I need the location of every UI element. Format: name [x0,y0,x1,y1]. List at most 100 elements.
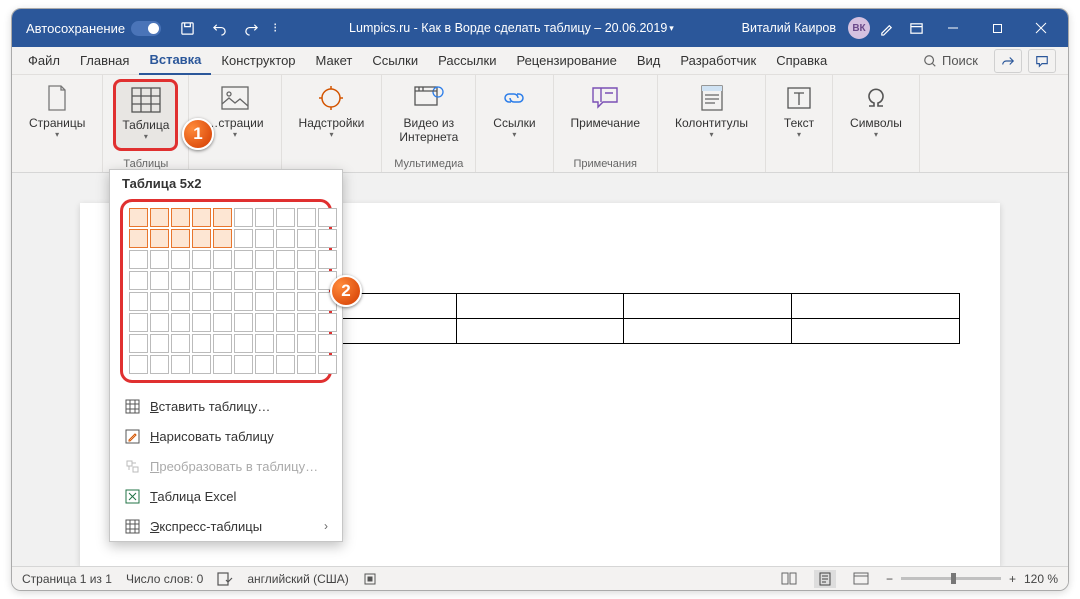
grid-cell[interactable] [171,250,190,269]
symbols-button[interactable]: Символы▾ [843,79,909,147]
grid-cell[interactable] [213,355,232,374]
tab-design[interactable]: Конструктор [211,47,305,75]
language-indicator[interactable]: английский (США) [247,572,348,586]
grid-cell[interactable] [234,292,253,311]
undo-icon[interactable] [205,14,233,42]
grid-cell[interactable] [276,334,295,353]
ribbon-display-icon[interactable] [902,14,930,42]
grid-cell[interactable] [129,250,148,269]
grid-cell[interactable] [255,229,274,248]
draw-shortcut-icon[interactable] [872,14,900,42]
grid-cell[interactable] [129,271,148,290]
tab-references[interactable]: Ссылки [362,47,428,75]
grid-cell[interactable] [276,271,295,290]
grid-cell[interactable] [150,250,169,269]
grid-cell[interactable] [213,271,232,290]
grid-cell[interactable] [192,334,211,353]
grid-cell[interactable] [192,292,211,311]
addins-button[interactable]: Надстройки▾ [292,79,372,147]
grid-cell[interactable] [234,208,253,227]
grid-cell[interactable] [192,271,211,290]
grid-cell[interactable] [276,229,295,248]
grid-cell[interactable] [129,313,148,332]
autosave-toggle[interactable] [131,21,161,36]
grid-cell[interactable] [297,355,316,374]
share-button[interactable] [994,49,1022,73]
grid-cell[interactable] [276,355,295,374]
grid-cell[interactable] [150,271,169,290]
search-box[interactable]: Поиск [913,53,988,68]
text-button[interactable]: Текст▾ [776,79,822,147]
grid-cell[interactable] [318,250,337,269]
grid-cell[interactable] [255,250,274,269]
word-count[interactable]: Число слов: 0 [126,572,203,586]
grid-cell[interactable] [192,208,211,227]
grid-cell[interactable] [150,313,169,332]
table-button[interactable]: Таблица▾ [113,79,178,151]
grid-cell[interactable] [318,208,337,227]
grid-cell[interactable] [150,355,169,374]
insert-table-item[interactable]: ВВставить таблицу…ставить таблицу… [110,391,342,421]
tab-file[interactable]: Файл [18,47,70,75]
save-icon[interactable] [173,14,201,42]
avatar[interactable]: ВК [848,17,870,39]
zoom-out-button[interactable]: − [886,572,893,586]
grid-cell[interactable] [234,355,253,374]
page-indicator[interactable]: Страница 1 из 1 [22,572,112,586]
comment-button[interactable]: Примечание [564,79,647,147]
links-button[interactable]: Ссылки▾ [486,79,542,147]
tab-view[interactable]: Вид [627,47,671,75]
grid-cell[interactable] [171,355,190,374]
grid-cell[interactable] [255,292,274,311]
redo-icon[interactable] [237,14,265,42]
grid-cell[interactable] [171,229,190,248]
grid-cell[interactable] [297,271,316,290]
grid-cell[interactable] [276,250,295,269]
print-layout-button[interactable] [814,570,836,588]
grid-cell[interactable] [297,208,316,227]
grid-cell[interactable] [297,313,316,332]
close-button[interactable] [1020,9,1062,47]
grid-cell[interactable] [192,229,211,248]
grid-cell[interactable] [192,313,211,332]
zoom-level[interactable]: 120 % [1024,572,1058,586]
grid-cell[interactable] [171,313,190,332]
zoom-slider[interactable] [901,577,1001,580]
grid-cell[interactable] [129,292,148,311]
pages-button[interactable]: Страницы▾ [22,79,92,147]
grid-cell[interactable] [129,334,148,353]
tab-home[interactable]: Главная [70,47,139,75]
grid-cell[interactable] [318,229,337,248]
grid-cell[interactable] [213,313,232,332]
draw-table-item[interactable]: Нарисовать таблицу [110,421,342,451]
tab-layout[interactable]: Макет [306,47,363,75]
grid-cell[interactable] [192,355,211,374]
grid-cell[interactable] [318,334,337,353]
grid-cell[interactable] [129,355,148,374]
grid-cell[interactable] [171,292,190,311]
grid-cell[interactable] [234,250,253,269]
grid-cell[interactable] [234,229,253,248]
grid-cell[interactable] [213,292,232,311]
grid-cell[interactable] [150,208,169,227]
table-size-grid[interactable] [129,208,323,374]
tab-review[interactable]: Рецензирование [506,47,626,75]
grid-cell[interactable] [297,250,316,269]
macro-icon[interactable] [363,572,377,586]
grid-cell[interactable] [171,271,190,290]
grid-cell[interactable] [150,334,169,353]
headerfooter-button[interactable]: Колонтитулы▾ [668,79,755,147]
grid-cell[interactable] [234,334,253,353]
minimize-button[interactable] [932,9,974,47]
web-layout-button[interactable] [850,570,872,588]
grid-cell[interactable] [171,334,190,353]
grid-cell[interactable] [276,292,295,311]
grid-cell[interactable] [234,271,253,290]
spellcheck-icon[interactable] [217,572,233,586]
grid-cell[interactable] [129,208,148,227]
comments-button[interactable] [1028,49,1056,73]
grid-cell[interactable] [255,313,274,332]
grid-cell[interactable] [192,250,211,269]
grid-cell[interactable] [150,229,169,248]
tab-help[interactable]: Справка [766,47,837,75]
